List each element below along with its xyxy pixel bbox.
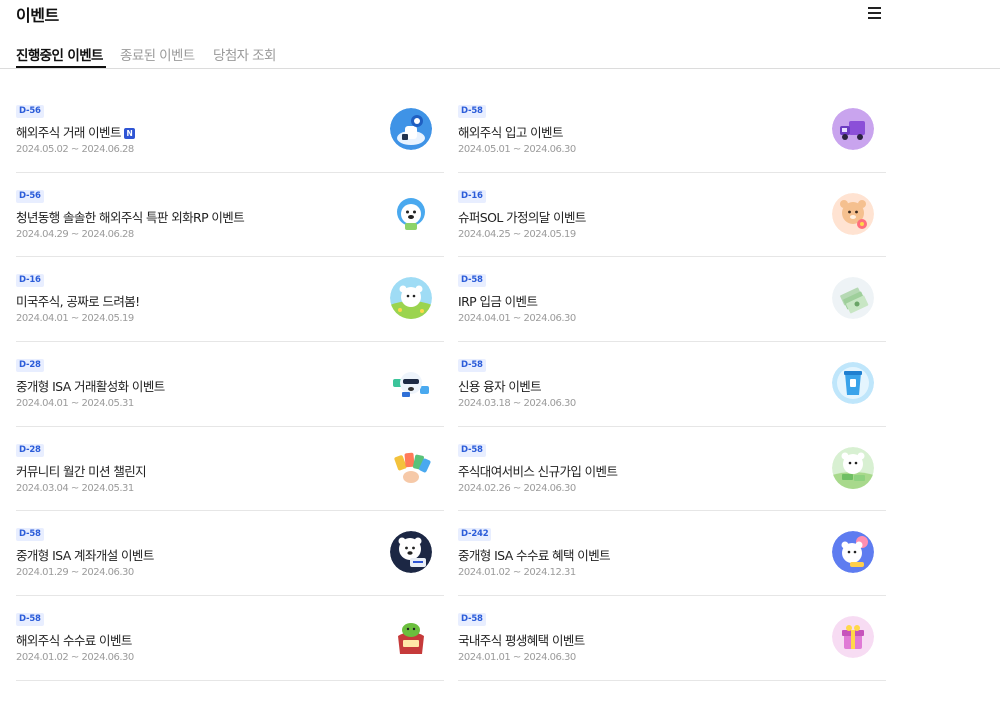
event-period: 2024.01.01 ~ 2024.06.30 <box>458 652 576 664</box>
dday-badge: D-242 <box>458 528 492 542</box>
event-title: 주식대여서비스 신규가입 이벤트 <box>458 463 618 479</box>
gift-box-icon <box>832 616 874 659</box>
event-card[interactable]: D-58 해외주식 수수료 이벤트 2024.01.02 ~ 2024.06.3… <box>16 596 444 681</box>
event-card[interactable]: D-28 중개형 ISA 거래활성화 이벤트 2024.04.01 ~ 2024… <box>16 342 444 427</box>
event-card[interactable]: D-58 국내주식 평생혜택 이벤트 2024.01.01 ~ 2024.06.… <box>458 596 886 681</box>
event-title: 청년동행 솔솔한 해외주식 특판 외화RP 이벤트 <box>16 209 245 225</box>
rocket-launch-icon <box>390 108 432 150</box>
dday-badge: D-56 <box>16 105 44 118</box>
active-tab-indicator <box>16 66 106 68</box>
dday-badge: D-58 <box>458 105 486 118</box>
event-title: IRP 입금 이벤트 <box>458 294 538 310</box>
dday-badge: D-58 <box>458 359 486 373</box>
event-card[interactable]: D-16 미국주식, 공짜로 드려봄! 2024.04.01 ~ 2024.05… <box>16 257 444 343</box>
page-title: 이벤트 <box>16 6 59 25</box>
event-card[interactable]: D-242 중개형 ISA 수수료 혜택 이벤트 2024.01.02 ~ 20… <box>458 511 886 597</box>
event-tabs: 진행중인 이벤트 종료된 이벤트 당첨자 조회 <box>0 40 1000 69</box>
event-column-left: D-56 해외주식 거래 이벤트 N 2024.05.02 ~ 2024.06.2… <box>16 88 444 681</box>
gift-pouch-icon <box>390 616 432 659</box>
blue-cup-icon <box>832 362 874 405</box>
event-card[interactable]: D-58 중개형 ISA 계좌개설 이벤트 2024.01.29 ~ 2024.… <box>16 511 444 597</box>
tab-ongoing-events[interactable]: 진행중인 이벤트 <box>16 44 103 64</box>
event-period: 2024.01.02 ~ 2024.12.31 <box>458 567 576 579</box>
bear-balloon-icon <box>832 531 874 574</box>
dday-badge: D-56 <box>16 189 44 203</box>
dday-badge: D-28 <box>16 443 44 457</box>
event-card[interactable]: D-56 해외주식 거래 이벤트 N 2024.05.02 ~ 2024.06.2… <box>16 88 444 173</box>
event-title: 중개형 ISA 수수료 혜택 이벤트 <box>458 548 611 564</box>
event-card[interactable]: D-56 청년동행 솔솔한 해외주식 특판 외화RP 이벤트 2024.04.2… <box>16 173 444 258</box>
dday-badge: D-58 <box>458 613 486 627</box>
event-period: 2024.03.18 ~ 2024.06.30 <box>458 398 576 410</box>
event-card[interactable]: D-58 IRP 입금 이벤트 2024.04.01 ~ 2024.06.30 <box>458 257 886 343</box>
event-title: 중개형 ISA 계좌개설 이벤트 <box>16 548 154 564</box>
event-title: 해외주식 거래 이벤트 N <box>16 122 135 141</box>
menu-bar <box>868 12 881 14</box>
event-period: 2024.01.02 ~ 2024.06.30 <box>16 652 134 664</box>
event-title: 신용 융자 이벤트 <box>458 379 542 395</box>
event-title-text: 해외주식 거래 이벤트 <box>16 125 121 140</box>
event-period: 2024.05.01 ~ 2024.06.30 <box>458 144 576 155</box>
event-title: 슈퍼SOL 가정의달 이벤트 <box>458 209 586 225</box>
event-title: 해외주식 입고 이벤트 <box>458 125 563 140</box>
dday-badge: D-58 <box>458 443 486 457</box>
app-header: 이벤트 <box>0 0 1000 30</box>
money-stack-icon <box>832 277 874 320</box>
new-badge: N <box>123 128 135 139</box>
bear-flower-icon <box>832 192 874 235</box>
dday-badge: D-16 <box>458 189 486 203</box>
bear-coupon-icon <box>390 531 432 574</box>
tab-ended-events[interactable]: 종료된 이벤트 <box>120 44 195 64</box>
hamburger-menu-icon[interactable] <box>866 4 884 20</box>
event-period: 2024.03.04 ~ 2024.05.31 <box>16 482 134 494</box>
menu-bar <box>868 17 881 19</box>
event-title: 국내주식 평생혜택 이벤트 <box>458 633 585 649</box>
bear-field-icon <box>390 277 432 320</box>
truck-icon <box>832 108 874 150</box>
event-period: 2024.04.01 ~ 2024.05.19 <box>16 313 134 325</box>
event-card[interactable]: D-58 해외주식 입고 이벤트 2024.05.01 ~ 2024.06.30 <box>458 88 886 173</box>
event-card[interactable]: D-16 슈퍼SOL 가정의달 이벤트 2024.04.25 ~ 2024.05… <box>458 173 886 258</box>
dday-badge: D-58 <box>16 613 44 627</box>
event-card[interactable]: D-58 주식대여서비스 신규가입 이벤트 2024.02.26 ~ 2024.… <box>458 427 886 512</box>
dday-badge: D-16 <box>16 274 44 288</box>
event-column-right: D-58 해외주식 입고 이벤트 2024.05.01 ~ 2024.06.30… <box>458 88 886 681</box>
bear-mascot-icon <box>390 192 432 235</box>
event-period: 2024.04.01 ~ 2024.05.31 <box>16 398 134 410</box>
event-title: 미국주식, 공짜로 드려봄! <box>16 294 140 310</box>
event-title: 커뮤니티 월간 미션 챌린지 <box>16 463 147 479</box>
dday-badge: D-28 <box>16 359 44 373</box>
cards-hand-icon <box>390 446 432 489</box>
dday-badge: D-58 <box>458 274 486 288</box>
event-period: 2024.04.01 ~ 2024.06.30 <box>458 313 576 325</box>
tab-winner-lookup[interactable]: 당첨자 조회 <box>213 44 276 64</box>
event-period: 2024.04.25 ~ 2024.05.19 <box>458 228 576 240</box>
event-card[interactable]: D-58 신용 융자 이벤트 2024.03.18 ~ 2024.06.30 <box>458 342 886 427</box>
event-period: 2024.02.26 ~ 2024.06.30 <box>458 482 576 494</box>
bear-sunglasses-icon <box>390 362 432 405</box>
event-period: 2024.04.29 ~ 2024.06.28 <box>16 228 134 240</box>
event-card[interactable]: D-28 커뮤니티 월간 미션 챌린지 2024.03.04 ~ 2024.05… <box>16 427 444 512</box>
bear-money-icon <box>832 446 874 489</box>
event-period: 2024.01.29 ~ 2024.06.30 <box>16 567 134 579</box>
dday-badge: D-58 <box>16 528 44 542</box>
event-title: 해외주식 수수료 이벤트 <box>16 633 132 649</box>
menu-bar <box>868 7 881 9</box>
event-period: 2024.05.02 ~ 2024.06.28 <box>16 144 134 155</box>
event-title: 중개형 ISA 거래활성화 이벤트 <box>16 379 165 395</box>
